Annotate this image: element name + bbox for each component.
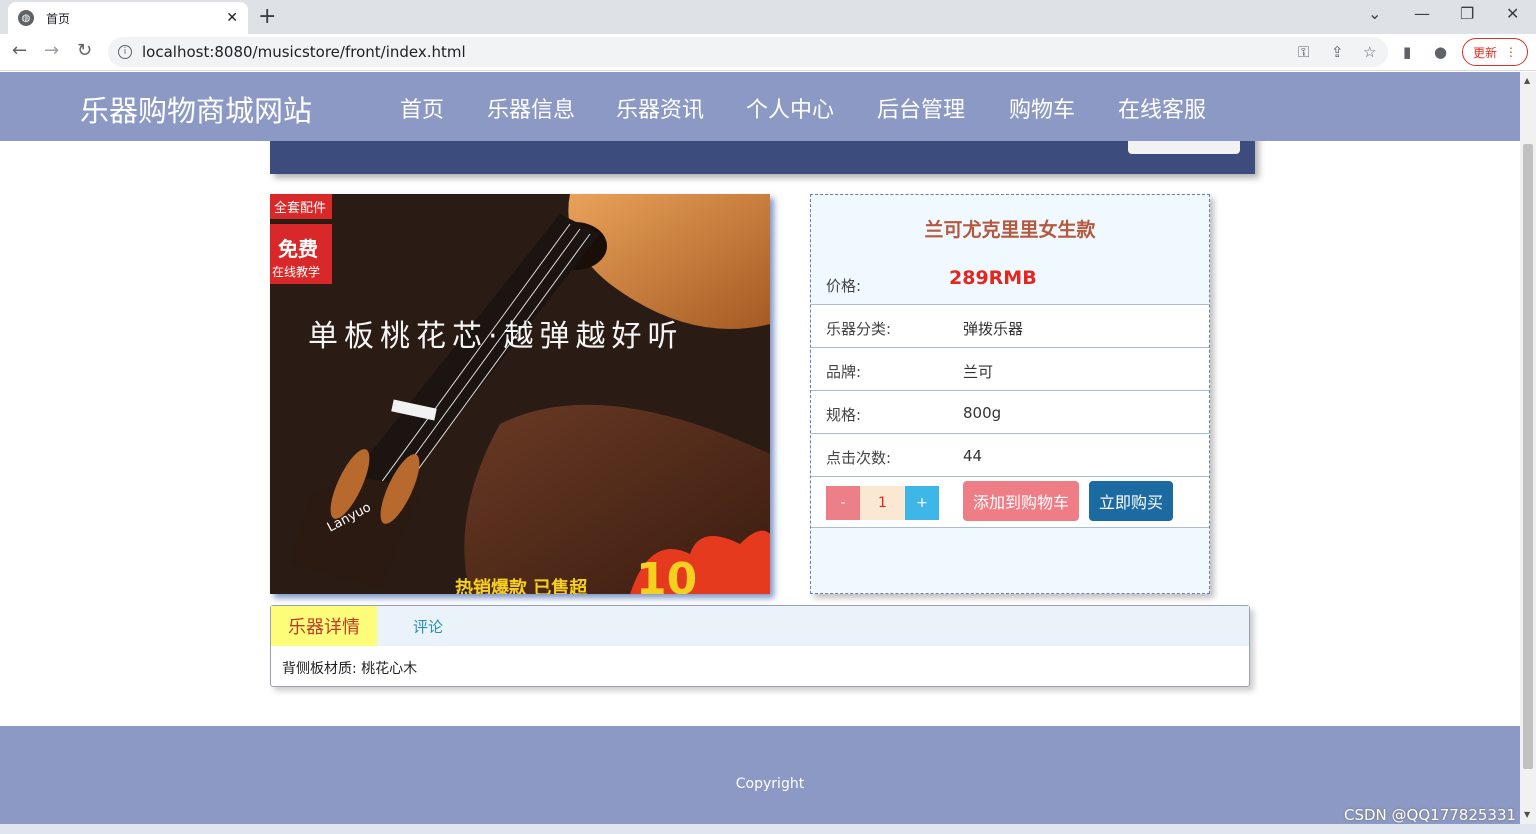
quantity-input[interactable]: 1 [860,486,905,520]
price-row: 价格: 289RMB [811,259,1209,304]
ukulele-illustration: 全套配件 免费 在线教学 单板桃花芯·越弹越好听 Lanyuo 热销爆款 已售超… [270,194,770,594]
image-headline: 单板桃花芯·越弹越好听 [308,319,684,354]
product-image: 全套配件 免费 在线教学 单板桃花芯·越弹越好听 Lanyuo 热销爆款 已售超… [270,194,770,594]
price-label: 价格: [826,277,862,295]
scroll-up-icon[interactable]: ▲ [1524,76,1530,85]
page-scrollbar[interactable]: ▲ ▼ [1520,72,1536,834]
brand-row: 品牌: 兰可 [811,347,1209,390]
spec-value: 800g [963,404,1002,422]
page-content: 乐器购物商城网站 首页 乐器信息 乐器资讯 个人中心 后台管理 购物车 在线客服 [0,72,1520,834]
copyright-text: Copyright [735,776,805,792]
reload-icon[interactable]: ↻ [77,40,92,61]
browser-tab[interactable]: ◍ 首页 ✕ [8,2,248,34]
watermark-text: CSDN @QQ177825331 [1344,806,1517,824]
site-footer: Copyright [0,726,1520,834]
product-name: 兰可尤克里里女生款 [924,219,1096,241]
globe-icon: ◍ [18,10,34,26]
more-menu-icon: ⋮ [1505,45,1517,59]
badge-free-text: 免费 [278,237,318,261]
os-taskbar [0,824,1536,834]
quantity-decrease-button[interactable]: - [826,486,860,520]
key-icon[interactable]: ⚿ [1298,43,1309,61]
image-bottom-number: 10 [636,554,697,594]
spec-label: 规格: [826,406,862,424]
tab-title: 首页 [46,11,71,26]
browser-tab-bar: ◍ 首页 ✕ + ⌄ — ❐ ✕ [0,0,1536,34]
purchase-actions: - 1 + 添加到购物车 立即购买 [811,476,1209,528]
nav-instrument-info[interactable]: 乐器信息 [487,92,575,124]
product-details-panel: 乐器详情 评论 背侧板材质: 桃花心木 [270,605,1250,687]
price-value: 289RMB [949,267,1037,289]
add-to-cart-button[interactable]: 添加到购物车 [963,481,1079,521]
clicks-row: 点击次数: 44 [811,433,1209,476]
scroll-down-icon[interactable]: ▼ [1524,810,1530,819]
banner-search-box[interactable] [1128,140,1240,154]
nav-cart[interactable]: 购物车 [1009,92,1075,124]
share-icon[interactable]: ⇪ [1331,43,1344,61]
buy-now-button[interactable]: 立即购买 [1089,481,1173,521]
back-icon[interactable]: ← [12,40,27,61]
details-tab-bar: 乐器详情 评论 [271,606,1249,646]
clicks-label: 点击次数: [826,449,892,467]
restore-icon[interactable]: ❐ [1460,4,1474,23]
site-title: 乐器购物商城网站 [80,94,313,128]
forward-icon[interactable]: → [44,40,59,61]
browser-toolbar: ← → ↻ i localhost:8080/musicstore/front/… [0,34,1536,71]
site-info-icon[interactable]: i [118,45,132,59]
tab-search-icon[interactable]: ⌄ [1368,4,1381,23]
site-header: 乐器购物商城网站 首页 乐器信息 乐器资讯 个人中心 后台管理 购物车 在线客服 [0,72,1520,141]
category-label: 乐器分类: [826,320,892,338]
address-bar[interactable]: i localhost:8080/musicstore/front/index.… [108,37,1388,67]
brand-label: 品牌: [826,363,862,381]
category-value: 弹拨乐器 [963,320,1024,338]
nav-online-service[interactable]: 在线客服 [1118,92,1206,124]
nav-home[interactable]: 首页 [400,92,444,124]
update-label: 更新 [1472,45,1497,60]
clicks-value: 44 [963,447,983,465]
product-info-card: 兰可尤克里里女生款 价格: 289RMB 乐器分类: 弹拨乐器 品牌: 兰可 规… [810,194,1210,594]
side-panel-icon[interactable]: ▮ [1403,43,1411,61]
update-button[interactable]: 更新 ⋮ [1462,38,1528,66]
image-bottom-promo: 热销爆款 已售超 [455,577,588,594]
tab-instrument-details[interactable]: 乐器详情 [271,606,377,646]
details-content: 背侧板材质: 桃花心木 [282,661,418,677]
badge-sub-text: 在线教学 [272,264,320,279]
tab-comments[interactable]: 评论 [413,616,443,637]
scrollbar-thumb[interactable] [1523,144,1533,769]
nav-personal-center[interactable]: 个人中心 [746,92,834,124]
minimize-icon[interactable]: — [1414,4,1430,23]
category-row: 乐器分类: 弹拨乐器 [811,304,1209,347]
spec-row: 规格: 800g [811,390,1209,433]
url-text: localhost:8080/musicstore/front/index.ht… [142,43,466,61]
bookmark-star-icon[interactable]: ☆ [1363,43,1376,61]
brand-value: 兰可 [963,363,994,381]
new-tab-button[interactable]: + [258,4,276,29]
badge-top-text: 全套配件 [274,200,326,216]
nav-admin[interactable]: 后台管理 [877,92,965,124]
tab-close-icon[interactable]: ✕ [226,10,238,26]
window-close-icon[interactable]: ✕ [1506,4,1519,23]
nav-instrument-news[interactable]: 乐器资讯 [616,92,704,124]
profile-avatar-icon[interactable]: ● [1434,43,1447,61]
quantity-increase-button[interactable]: + [905,486,939,520]
